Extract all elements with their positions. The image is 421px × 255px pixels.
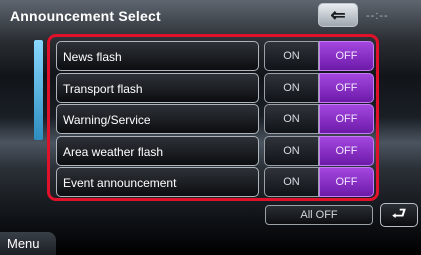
status-text: --:-- bbox=[366, 10, 389, 22]
all-off-button[interactable]: All OFF bbox=[265, 205, 373, 225]
event-announcement-toggle: ON OFF bbox=[264, 167, 374, 197]
announcement-select-screen: Announcement Select ⇐ --:-- News flash O… bbox=[0, 0, 421, 255]
announcement-row-area-weather-flash: Area weather flash ON OFF bbox=[56, 136, 374, 166]
news-flash-on-button[interactable]: ON bbox=[264, 41, 319, 71]
transport-flash-off-button[interactable]: OFF bbox=[319, 73, 374, 103]
transport-flash-toggle: ON OFF bbox=[264, 73, 374, 103]
warning-service-on-button[interactable]: ON bbox=[264, 104, 319, 134]
return-button[interactable]: ⮐ bbox=[380, 203, 418, 227]
announcement-row-event-announcement: Event announcement ON OFF bbox=[56, 167, 374, 197]
announcement-row-transport-flash: Transport flash ON OFF bbox=[56, 73, 374, 103]
announcement-label: News flash bbox=[56, 41, 259, 71]
area-weather-flash-on-button[interactable]: ON bbox=[264, 136, 319, 166]
arrow-left-icon: ⇐ bbox=[330, 4, 346, 25]
news-flash-toggle: ON OFF bbox=[264, 41, 374, 71]
announcement-label: Event announcement bbox=[56, 167, 259, 197]
warning-service-toggle: ON OFF bbox=[264, 104, 374, 134]
menu-button[interactable]: Menu bbox=[0, 232, 56, 255]
page-title: Announcement Select bbox=[10, 8, 161, 24]
news-flash-off-button[interactable]: OFF bbox=[319, 41, 374, 71]
announcement-label: Area weather flash bbox=[56, 136, 259, 166]
back-button[interactable]: ⇐ bbox=[318, 3, 358, 27]
announcement-label: Transport flash bbox=[56, 73, 259, 103]
title-bar: Announcement Select ⇐ --:-- bbox=[0, 0, 421, 32]
event-announcement-off-button[interactable]: OFF bbox=[319, 167, 374, 197]
return-icon: ⮐ bbox=[391, 203, 407, 223]
transport-flash-on-button[interactable]: ON bbox=[264, 73, 319, 103]
event-announcement-on-button[interactable]: ON bbox=[264, 167, 319, 197]
announcement-row-warning-service: Warning/Service ON OFF bbox=[56, 104, 374, 134]
announcement-row-news-flash: News flash ON OFF bbox=[56, 41, 374, 71]
area-weather-flash-toggle: ON OFF bbox=[264, 136, 374, 166]
announcement-label: Warning/Service bbox=[56, 104, 259, 134]
warning-service-off-button[interactable]: OFF bbox=[319, 104, 374, 134]
scroll-indicator bbox=[34, 40, 43, 140]
area-weather-flash-off-button[interactable]: OFF bbox=[319, 136, 374, 166]
